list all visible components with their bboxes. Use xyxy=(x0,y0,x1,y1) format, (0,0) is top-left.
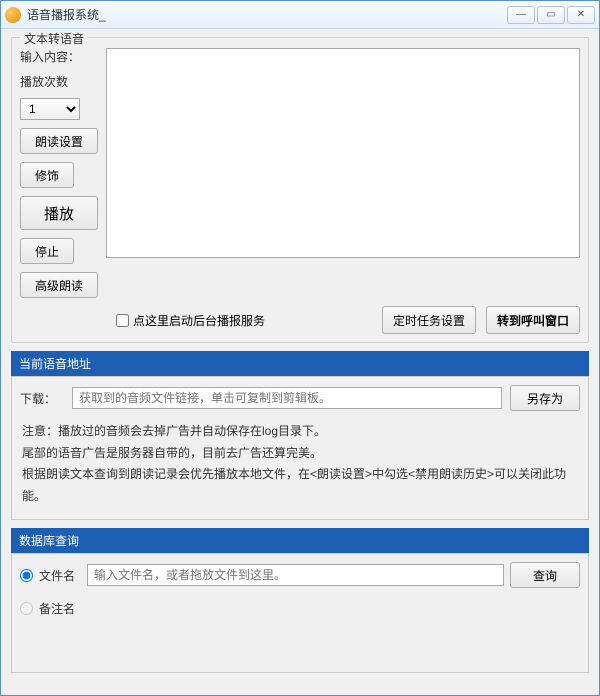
client-area: 文本转语音 输入内容： 播放次数 1 朗读设置 修饰 播放 停止 高级朗读 xyxy=(1,29,599,695)
note-line-2: 尾部的语音广告是服务器自带的，目前去广告还算完美。 xyxy=(22,443,578,465)
app-icon xyxy=(5,7,21,23)
save-as-button[interactable]: 另存为 xyxy=(510,385,580,411)
play-count-label: 播放次数 xyxy=(20,73,98,90)
background-service-label: 点这里启动后台播报服务 xyxy=(133,312,265,329)
download-label: 下载： xyxy=(20,390,64,407)
window-controls: — ▭ ✕ xyxy=(505,6,595,24)
play-button[interactable]: 播放 xyxy=(20,196,98,230)
tts-legend: 文本转语音 xyxy=(20,30,88,47)
db-query-header: 数据库查询 xyxy=(11,528,589,553)
filename-radio[interactable] xyxy=(20,569,33,582)
background-service-checkbox[interactable] xyxy=(116,314,129,327)
voice-notes: 注意：播放过的音频会去掉广告并自动保存在log目录下。 尾部的语音广告是服务器自… xyxy=(20,417,580,511)
tts-input-textarea[interactable] xyxy=(106,48,580,258)
window-title: 语音播报系统_ xyxy=(27,6,505,23)
app-window: 语音播报系统_ — ▭ ✕ 文本转语音 输入内容： 播放次数 1 朗读设置 修饰… xyxy=(0,0,600,696)
tts-group: 文本转语音 输入内容： 播放次数 1 朗读设置 修饰 播放 停止 高级朗读 xyxy=(11,37,589,343)
read-settings-button[interactable]: 朗读设置 xyxy=(20,128,98,154)
advanced-read-button[interactable]: 高级朗读 xyxy=(20,272,98,298)
timer-task-button[interactable]: 定时任务设置 xyxy=(382,306,476,334)
query-button[interactable]: 查询 xyxy=(510,562,580,588)
decorate-button[interactable]: 修饰 xyxy=(20,162,74,188)
remark-radio-label: 备注名 xyxy=(39,600,75,617)
note-line-3: 根据朗读文本查询到朗读记录会优先播放本地文件，在<朗读设置>中勾选<禁用朗读历史… xyxy=(22,464,578,507)
voice-url-panel: 下载： 另存为 注意：播放过的音频会去掉广告并自动保存在log目录下。 尾部的语… xyxy=(11,376,589,520)
minimize-button[interactable]: — xyxy=(507,6,535,24)
background-service-checkbox-row: 点这里启动后台播报服务 xyxy=(116,312,372,329)
remark-radio xyxy=(20,602,33,615)
maximize-button[interactable]: ▭ xyxy=(537,6,565,24)
note-line-1: 注意：播放过的音频会去掉广告并自动保存在log目录下。 xyxy=(22,421,578,443)
tts-left-column: 输入内容： 播放次数 1 朗读设置 修饰 播放 停止 高级朗读 xyxy=(20,48,98,298)
titlebar: 语音播报系统_ — ▭ ✕ xyxy=(1,1,599,29)
switch-call-window-button[interactable]: 转到呼叫窗口 xyxy=(486,306,580,334)
filename-radio-label: 文件名 xyxy=(39,567,75,584)
close-button[interactable]: ✕ xyxy=(567,6,595,24)
input-label: 输入内容： xyxy=(20,48,98,65)
play-count-select[interactable]: 1 xyxy=(20,98,80,120)
download-url-input[interactable] xyxy=(72,387,502,409)
filename-input[interactable] xyxy=(87,564,504,586)
stop-button[interactable]: 停止 xyxy=(20,238,74,264)
voice-url-header: 当前语音地址 xyxy=(11,351,589,376)
db-query-panel: 文件名 查询 备注名 xyxy=(11,553,589,673)
